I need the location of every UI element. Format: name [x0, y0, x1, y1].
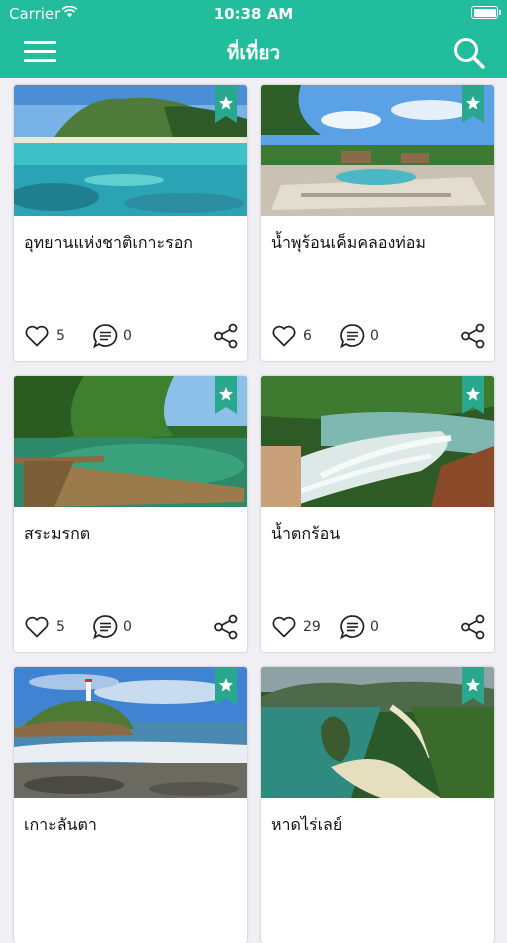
app-header: Carrier 10:38 AM ที่เที่ยว: [0, 0, 507, 78]
place-photo[interactable]: [261, 376, 494, 507]
comment-count: 0: [123, 619, 132, 635]
like-count: 5: [56, 619, 65, 635]
like-count: 29: [303, 619, 321, 635]
status-time: 10:38 AM: [213, 5, 294, 23]
bookmark-icon[interactable]: [215, 376, 237, 414]
heart-icon[interactable]: [271, 615, 297, 639]
place-card[interactable]: หาดไร่เลย์: [261, 667, 494, 943]
heart-icon[interactable]: [24, 615, 50, 639]
place-photo[interactable]: [14, 667, 247, 798]
comment-count: 0: [370, 328, 379, 344]
share-icon[interactable]: [460, 614, 486, 640]
share-icon[interactable]: [213, 614, 239, 640]
place-name[interactable]: หาดไร่เลย์: [271, 813, 342, 838]
place-name[interactable]: น้ำตกร้อน: [271, 522, 340, 547]
place-name[interactable]: อุทยานแห่งชาติเกาะรอก: [24, 231, 193, 256]
card-actions: 5 0: [14, 612, 247, 642]
place-card[interactable]: น้ำพุร้อนเค็มคลองท่อม 6 0: [261, 85, 494, 361]
place-card[interactable]: สระมรกต 5 0: [14, 376, 247, 652]
search-icon[interactable]: [452, 36, 486, 70]
place-name[interactable]: น้ำพุร้อนเค็มคลองท่อม: [271, 231, 426, 256]
share-icon[interactable]: [460, 323, 486, 349]
share-icon[interactable]: [213, 323, 239, 349]
card-actions: 29 0: [261, 612, 494, 642]
comment-count: 0: [123, 328, 132, 344]
comment-icon[interactable]: [339, 323, 366, 349]
bookmark-icon[interactable]: [462, 376, 484, 414]
bookmark-icon[interactable]: [215, 85, 237, 123]
place-name[interactable]: เกาะลันตา: [24, 813, 97, 838]
heart-icon[interactable]: [24, 324, 50, 348]
place-card[interactable]: น้ำตกร้อน 29 0: [261, 376, 494, 652]
battery-icon: [471, 6, 501, 19]
status-bar: Carrier 10:38 AM: [0, 0, 507, 28]
place-card[interactable]: อุทยานแห่งชาติเกาะรอก 5 0: [14, 85, 247, 361]
bookmark-icon[interactable]: [462, 667, 484, 705]
card-actions: 5 0: [14, 321, 247, 351]
card-actions: 6 0: [261, 321, 494, 351]
page-title: ที่เที่ยว: [226, 42, 281, 64]
heart-icon[interactable]: [271, 324, 297, 348]
place-photo[interactable]: [261, 667, 494, 798]
place-name[interactable]: สระมรกต: [24, 522, 90, 547]
place-photo[interactable]: [14, 376, 247, 507]
like-count: 6: [303, 328, 312, 344]
bookmark-icon[interactable]: [215, 667, 237, 705]
like-count: 5: [56, 328, 65, 344]
place-photo[interactable]: [261, 85, 494, 216]
bookmark-icon[interactable]: [462, 85, 484, 123]
comment-count: 0: [370, 619, 379, 635]
comment-icon[interactable]: [92, 323, 119, 349]
place-photo[interactable]: [14, 85, 247, 216]
comment-icon[interactable]: [92, 614, 119, 640]
comment-icon[interactable]: [339, 614, 366, 640]
place-card[interactable]: เกาะลันตา: [14, 667, 247, 943]
